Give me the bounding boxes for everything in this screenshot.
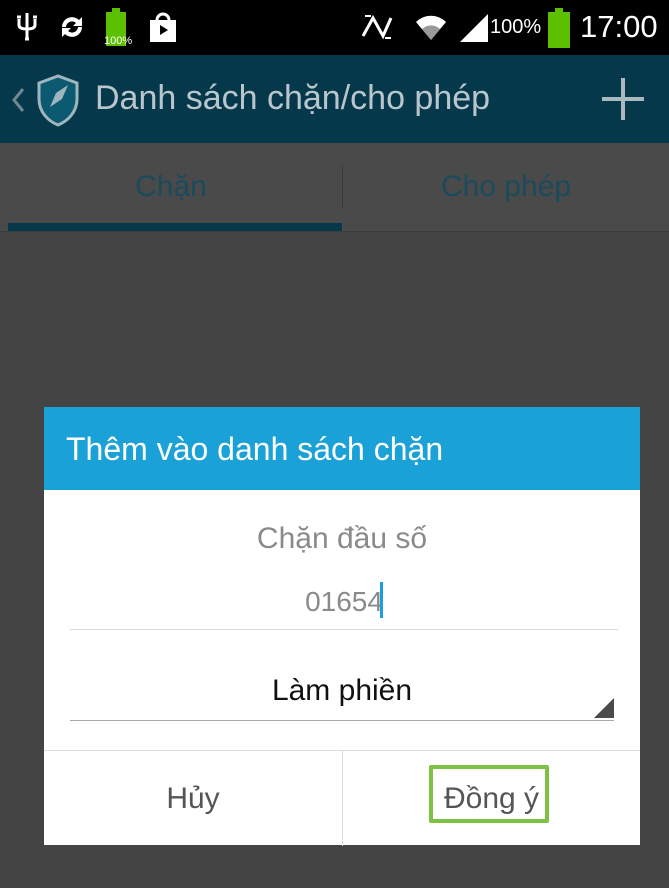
clock: 17:00 xyxy=(580,9,658,44)
spinner-arrow-icon xyxy=(594,698,614,718)
shield-icon xyxy=(34,73,82,127)
prefix-label: Chặn đầu số xyxy=(256,522,428,555)
category-spinner[interactable]: Làm phiền xyxy=(70,660,614,721)
cancel-button[interactable]: Hủy xyxy=(44,751,342,846)
confirm-highlight-box xyxy=(429,765,549,823)
signal-icon xyxy=(458,12,490,42)
action-bar: Danh sách chặn/cho phép xyxy=(0,55,669,143)
dialog-button-row: Hủy Đồng ý xyxy=(44,750,640,846)
dialog-title: Thêm vào danh sách chặn xyxy=(66,431,444,467)
tab-allow-label: Cho phép xyxy=(440,170,572,203)
category-selected-value: Làm phiền xyxy=(271,674,413,707)
dialog-header: Thêm vào danh sách chặn xyxy=(44,407,640,490)
tab-block[interactable]: Chặn xyxy=(0,143,342,231)
sync-icon xyxy=(56,12,88,42)
text-cursor xyxy=(380,582,383,618)
battery-percent: 100% xyxy=(490,16,542,38)
back-chevron-icon[interactable] xyxy=(10,85,26,115)
tab-selected-indicator xyxy=(8,223,342,231)
usb-icon xyxy=(14,12,40,42)
tab-allow[interactable]: Cho phép xyxy=(343,143,669,231)
nfc-icon xyxy=(359,12,395,42)
battery-small-label: 100% xyxy=(104,35,133,47)
add-to-blocklist-dialog: Thêm vào danh sách chặn Chặn đầu số Làm … xyxy=(44,407,640,846)
tab-bar: Chặn Cho phép xyxy=(0,143,669,232)
store-icon xyxy=(148,12,178,42)
wifi-icon xyxy=(414,12,448,42)
add-icon[interactable] xyxy=(598,74,648,124)
number-prefix-input[interactable] xyxy=(70,575,618,630)
tab-block-label: Chặn xyxy=(135,170,207,203)
screen-title: Danh sách chặn/cho phép xyxy=(95,79,491,117)
status-bar: 100% 100% 17:00 xyxy=(0,0,669,55)
battery-icon xyxy=(548,8,570,48)
